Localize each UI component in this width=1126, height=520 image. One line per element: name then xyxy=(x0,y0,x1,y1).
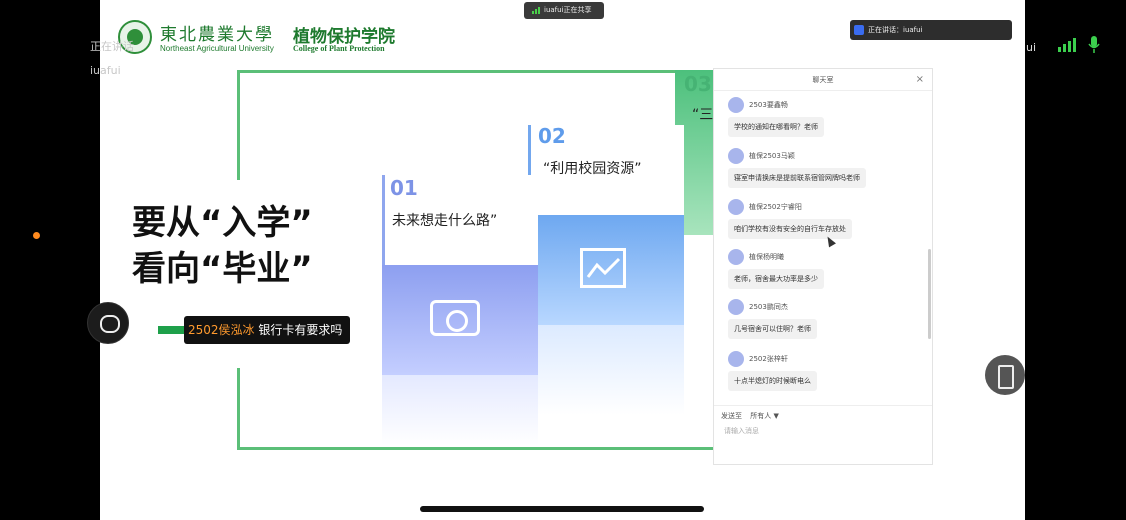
chat-message-sender: 植保杨明曦 xyxy=(749,253,784,261)
step-3-number: 03 xyxy=(684,72,712,96)
sharing-badge: iuafui正在共享 xyxy=(524,2,604,19)
speaker-icon xyxy=(854,25,864,35)
chat-panel: 聊天室 × 2503要鑫畅 学校的通知在哪看啊？老师 植保2503马颖 寝室申请… xyxy=(713,68,933,465)
step-3-text: “三 xyxy=(692,107,714,123)
camera-icon xyxy=(430,300,480,336)
chat-message-text: 寝室申请换床是提前联系宿管网牌吗老师 xyxy=(728,168,866,188)
speaking-text: 正在讲话：iuafui xyxy=(868,26,923,34)
university-name-cn: 東北農業大學 xyxy=(160,25,274,45)
avatar xyxy=(728,249,744,265)
step-1-number: 01 xyxy=(390,176,418,200)
university-name-en: Northeast Agricultural University xyxy=(160,44,274,53)
recording-dot-icon xyxy=(33,232,40,239)
sharing-badge-text: iuafui正在共享 xyxy=(544,6,592,14)
slide-title-line-2: 看向“毕业” xyxy=(132,249,313,289)
chat-input[interactable]: 请输入消息 xyxy=(724,426,759,436)
chat-message-text: 几号宿舍可以住啊？老师 xyxy=(728,319,817,339)
left-speaking-text: 正在讲话 xyxy=(90,40,134,53)
meeting-screen: 東北農業大學 Northeast Agricultural University… xyxy=(0,0,1126,520)
rotate-screen-button[interactable] xyxy=(985,355,1025,395)
chat-message-text: 咱们学校有没有安全的自行车存放处 xyxy=(728,219,852,239)
chat-message-sender: 2503鹏同杰 xyxy=(749,303,788,311)
step-2-text: “利用校园资源” xyxy=(543,161,642,177)
send-to-value: 所有人 ▼ xyxy=(750,412,779,420)
step-2-number: 02 xyxy=(538,124,566,148)
chat-header: 聊天室 × xyxy=(714,69,932,91)
avatar xyxy=(728,199,744,215)
left-user-text: iuafui xyxy=(90,64,121,77)
presentation-board-icon xyxy=(580,248,626,288)
right-user-text: ui xyxy=(1026,41,1037,54)
comment-overlay: 2502侯泓冰 银行卡有要求吗 xyxy=(184,316,350,344)
step-2-fade xyxy=(528,325,684,415)
step-1-fade xyxy=(382,375,538,445)
chat-title: 聊天室 xyxy=(812,76,834,84)
chat-scrollbar[interactable] xyxy=(928,249,931,339)
close-icon[interactable]: × xyxy=(916,69,924,91)
avatar xyxy=(728,97,744,113)
home-indicator[interactable] xyxy=(420,506,704,512)
comment-user: 2502侯泓冰 xyxy=(188,323,255,337)
chat-bubble-button[interactable] xyxy=(87,302,129,344)
chat-message-sender: 2502张梓轩 xyxy=(749,355,788,363)
send-to-label: 发送至 xyxy=(721,412,742,420)
college-name-en: College of Plant Protection xyxy=(293,44,385,53)
chat-message-sender: 2503要鑫畅 xyxy=(749,101,788,109)
signal-strength-icon xyxy=(1058,38,1076,52)
chat-message-sender: 植保2503马颖 xyxy=(749,152,795,160)
chat-footer: 发送至 所有人 ▼ 请输入消息 xyxy=(714,405,932,435)
comment-text: 银行卡有要求吗 xyxy=(254,323,343,337)
chat-message-text: 十点半熄灯的时候断电么 xyxy=(728,371,817,391)
chat-message-text: 学校的通知在哪看啊？老师 xyxy=(728,117,824,137)
speaking-indicator: 正在讲话：iuafui xyxy=(850,20,1012,40)
avatar xyxy=(728,299,744,315)
comment-marker xyxy=(158,326,186,334)
chat-message-sender: 植保2502宁睿阳 xyxy=(749,203,802,211)
slide-title-line-1: 要从“入学” xyxy=(132,203,313,243)
step-1-text: 未来想走什么路” xyxy=(392,213,498,229)
slide-title: 要从“入学” 看向“毕业” xyxy=(132,200,313,292)
signal-icon xyxy=(532,7,542,14)
microphone-icon[interactable] xyxy=(1088,36,1100,54)
send-to-selector[interactable]: 发送至 所有人 ▼ xyxy=(721,411,779,421)
chat-message-text: 老师，宿舍最大功率是多少 xyxy=(728,269,824,289)
avatar xyxy=(728,351,744,367)
avatar xyxy=(728,148,744,164)
